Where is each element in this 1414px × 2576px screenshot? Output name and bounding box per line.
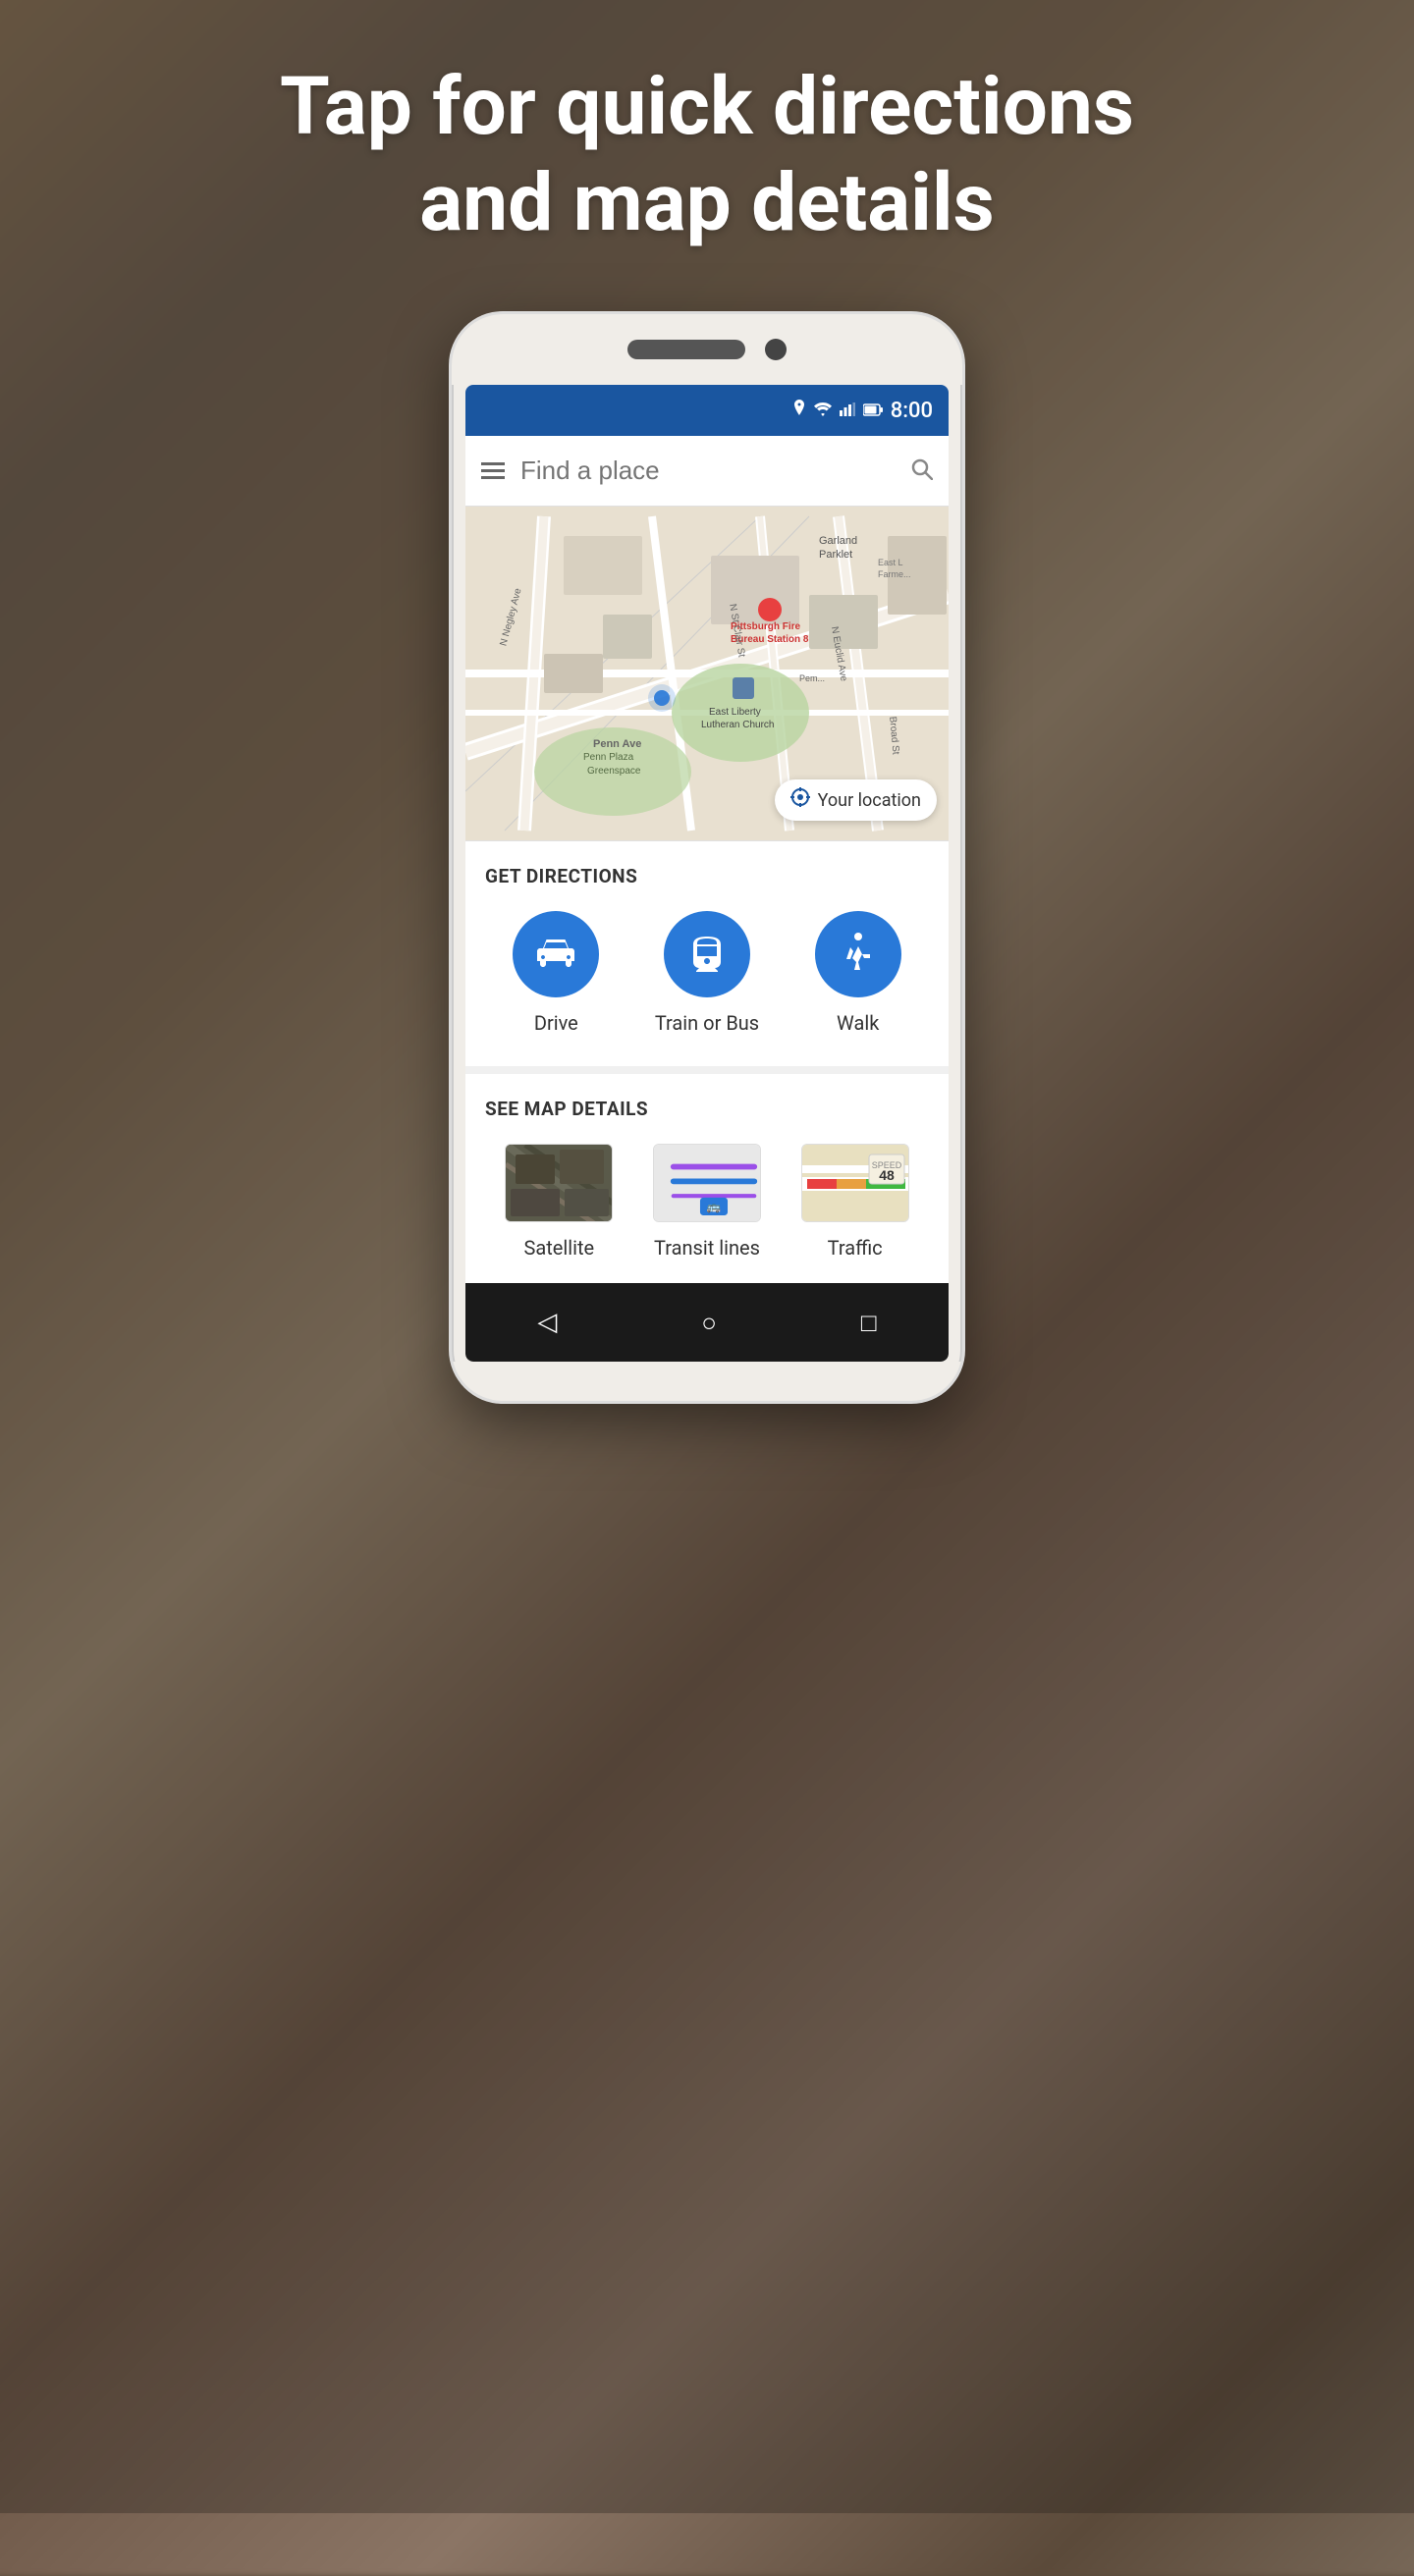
location-status-icon: [792, 400, 806, 422]
phone-camera: [765, 339, 787, 360]
phone-shell: 8:00: [452, 314, 962, 1401]
map-details-section-title: SEE MAP DETAILS: [485, 1098, 929, 1120]
search-input[interactable]: [520, 456, 896, 486]
svg-text:Greenspace: Greenspace: [587, 766, 641, 777]
headline-line2: and map details: [79, 155, 1335, 251]
drive-circle[interactable]: [513, 911, 599, 997]
svg-text:Farme...: Farme...: [878, 569, 911, 579]
phone-top: [452, 314, 962, 385]
search-bar[interactable]: [465, 436, 949, 507]
directions-section-title: GET DIRECTIONS: [485, 865, 929, 887]
svg-text:Pem...: Pem...: [799, 673, 825, 683]
target-icon: [790, 787, 810, 813]
back-button[interactable]: ◁: [529, 1300, 565, 1345]
transit-thumb-bg: 🚌: [654, 1145, 760, 1221]
home-button[interactable]: ○: [693, 1300, 725, 1346]
status-time: 8:00: [891, 399, 933, 423]
wifi-status-icon: [814, 401, 832, 421]
traffic-thumb-bg: SPEED 48: [802, 1145, 908, 1221]
your-location-button[interactable]: Your location: [775, 779, 937, 821]
traffic-label: Traffic: [828, 1236, 883, 1260]
svg-text:Lutheran Church: Lutheran Church: [701, 720, 775, 730]
train-label: Train or Bus: [655, 1011, 759, 1035]
headline-line1: Tap for quick directions: [79, 59, 1335, 155]
hamburger-menu-icon[interactable]: [481, 455, 505, 487]
your-location-label: Your location: [818, 790, 921, 811]
get-directions-section: GET DIRECTIONS Drive: [465, 840, 949, 1066]
drive-direction-item[interactable]: Drive: [513, 911, 599, 1035]
search-icon[interactable]: [911, 455, 933, 487]
satellite-label: Satellite: [524, 1236, 595, 1260]
svg-text:Penn Plaza: Penn Plaza: [583, 752, 634, 763]
transit-label: Transit lines: [654, 1236, 760, 1260]
traffic-detail-item[interactable]: SPEED 48 Traffic: [801, 1144, 909, 1260]
traffic-thumbnail[interactable]: SPEED 48: [801, 1144, 909, 1222]
recent-apps-button[interactable]: □: [853, 1300, 885, 1346]
signal-status-icon: [840, 401, 855, 421]
android-nav-bar: ◁ ○ □: [465, 1283, 949, 1362]
svg-text:Garland: Garland: [819, 535, 857, 547]
transit-detail-item[interactable]: 🚌 Transit lines: [653, 1144, 761, 1260]
svg-text:48: 48: [879, 1167, 895, 1183]
map-details-row: Satellite: [485, 1144, 929, 1260]
svg-text:East Liberty: East Liberty: [709, 707, 761, 718]
directions-row: Drive Train or Bus: [485, 911, 929, 1043]
map-details-section: SEE MAP DETAILS: [465, 1066, 949, 1283]
phone-screen: 8:00: [465, 385, 949, 1362]
transit-thumbnail[interactable]: 🚌: [653, 1144, 761, 1222]
satellite-thumb-bg: [506, 1145, 612, 1221]
phone-bottom: [452, 1362, 962, 1401]
status-bar: 8:00: [465, 385, 949, 436]
drive-label: Drive: [534, 1011, 578, 1035]
svg-text:East L: East L: [878, 558, 903, 567]
walk-circle[interactable]: [815, 911, 901, 997]
walk-direction-item[interactable]: Walk: [815, 911, 901, 1035]
battery-status-icon: [863, 401, 883, 421]
status-icons: 8:00: [792, 399, 933, 423]
map-area[interactable]: Garland Parklet East L Farme... Pittsbur…: [465, 507, 949, 840]
svg-text:Parklet: Parklet: [819, 549, 852, 561]
svg-text:🚌: 🚌: [707, 1202, 722, 1213]
headline: Tap for quick directions and map details: [0, 59, 1414, 252]
train-direction-item[interactable]: Train or Bus: [655, 911, 759, 1035]
train-circle[interactable]: [664, 911, 750, 997]
svg-text:Penn Ave: Penn Ave: [593, 738, 641, 750]
phone-speaker: [627, 340, 745, 359]
satellite-detail-item[interactable]: Satellite: [505, 1144, 613, 1260]
walk-label: Walk: [837, 1011, 879, 1035]
satellite-thumbnail[interactable]: [505, 1144, 613, 1222]
